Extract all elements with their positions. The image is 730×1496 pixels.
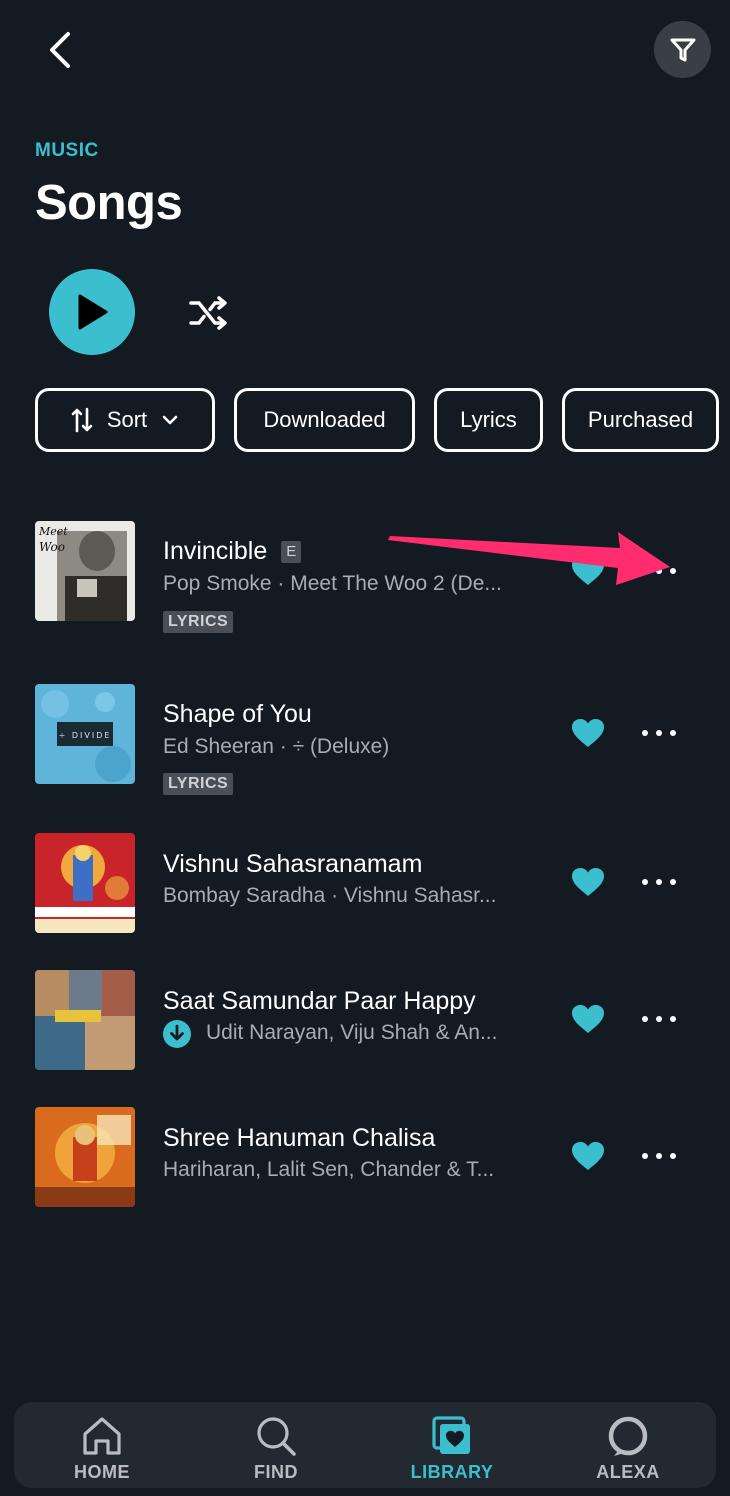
song-subtitle: Hariharan, Lalit Sen, Chander & T... [163, 1158, 495, 1181]
filter-button[interactable] [654, 21, 711, 78]
song-row-hanuman-chalisa[interactable]: Shree Hanuman Chalisa Hariharan, Lalit S… [0, 1107, 730, 1217]
heart-icon[interactable] [571, 867, 605, 897]
more-options-button[interactable] [638, 718, 680, 748]
album-art [35, 1107, 135, 1207]
nav-find-label: FIND [254, 1462, 298, 1482]
heart-icon[interactable] [571, 718, 605, 748]
section-label: MUSIC [35, 140, 99, 161]
nav-library-label: LIBRARY [410, 1462, 494, 1482]
purchased-chip[interactable]: Purchased [562, 388, 719, 452]
nav-find[interactable]: FIND [216, 1410, 336, 1486]
filter-icon [670, 38, 695, 61]
search-icon [257, 1417, 296, 1456]
lyrics-chip[interactable]: Lyrics [434, 388, 543, 452]
downloaded-icon [163, 1020, 191, 1048]
album-art: ÷ DIVIDE [35, 684, 135, 784]
song-row-vishnu-sahasranamam[interactable]: Vishnu Sahasranamam Bombay Saradha · Vis… [0, 833, 730, 943]
lyrics-label: Lyrics [460, 407, 517, 432]
song-subtitle: Bombay Saradha · Vishnu Sahasr... [163, 884, 497, 907]
explicit-badge: E [281, 541, 302, 563]
nav-alexa[interactable]: ALEXA [568, 1410, 688, 1486]
shuffle-icon [189, 296, 227, 330]
play-button[interactable] [49, 269, 135, 355]
more-options-button[interactable] [638, 1004, 680, 1034]
heart-icon[interactable] [571, 1004, 605, 1034]
downloaded-chip[interactable]: Downloaded [234, 388, 415, 452]
sort-label: Sort [106, 407, 148, 432]
back-button[interactable] [40, 28, 84, 72]
song-row-invincible[interactable]: Meet Woo Invincible E Pop Smoke · Meet Th… [0, 521, 730, 633]
song-row-shape-of-you[interactable]: ÷ DIVIDE Shape of You Ed Sheeran · ÷ (De… [0, 684, 730, 795]
svg-text:Woo: Woo [39, 540, 65, 554]
song-title: Shape of You [163, 700, 312, 728]
more-options-button[interactable] [638, 556, 680, 586]
lyrics-badge: LYRICS [163, 773, 234, 795]
shuffle-button[interactable] [186, 290, 232, 336]
downloaded-label: Downloaded [263, 407, 386, 432]
song-row-saat-samundar[interactable]: Saat Samundar Paar Happy Udit Narayan, V… [0, 970, 730, 1080]
heart-icon[interactable] [571, 1141, 605, 1171]
lyrics-badge: LYRICS [163, 611, 234, 633]
nav-library[interactable]: LIBRARY [392, 1410, 512, 1486]
home-icon [83, 1417, 121, 1455]
song-subtitle: Pop Smoke · Meet The Woo 2 (De... [163, 572, 502, 595]
song-title: Saat Samundar Paar Happy [163, 987, 476, 1015]
page-title: Songs [35, 176, 183, 230]
album-art [35, 833, 135, 933]
sort-arrows-icon [71, 407, 93, 433]
song-subtitle: Udit Narayan, Viju Shah & An... [206, 1021, 498, 1044]
song-title: Vishnu Sahasranamam [163, 850, 423, 878]
album-art [35, 970, 135, 1070]
album-art: Meet Woo [35, 521, 135, 621]
more-options-button[interactable] [638, 867, 680, 897]
play-icon [78, 294, 108, 330]
nav-home[interactable]: HOME [42, 1410, 162, 1486]
svg-text:÷ DIVIDE: ÷ DIVIDE [59, 731, 112, 740]
heart-icon[interactable] [571, 556, 605, 586]
purchased-label: Purchased [587, 407, 694, 432]
song-subtitle: Ed Sheeran · ÷ (Deluxe) [163, 735, 390, 758]
song-title: Invincible [163, 537, 268, 565]
chevron-left-icon [50, 32, 70, 68]
nav-alexa-label: ALEXA [596, 1462, 660, 1482]
more-options-button[interactable] [638, 1141, 680, 1171]
song-title: Shree Hanuman Chalisa [163, 1124, 436, 1152]
chevron-down-icon [162, 415, 178, 425]
svg-text:Meet: Meet [38, 525, 68, 538]
library-icon [432, 1416, 470, 1454]
alexa-icon [608, 1416, 648, 1456]
nav-home-label: HOME [74, 1462, 130, 1482]
sort-chip[interactable]: Sort [35, 388, 215, 452]
bottom-navigation: HOME FIND LIBRARY ALEXA [14, 1402, 716, 1488]
